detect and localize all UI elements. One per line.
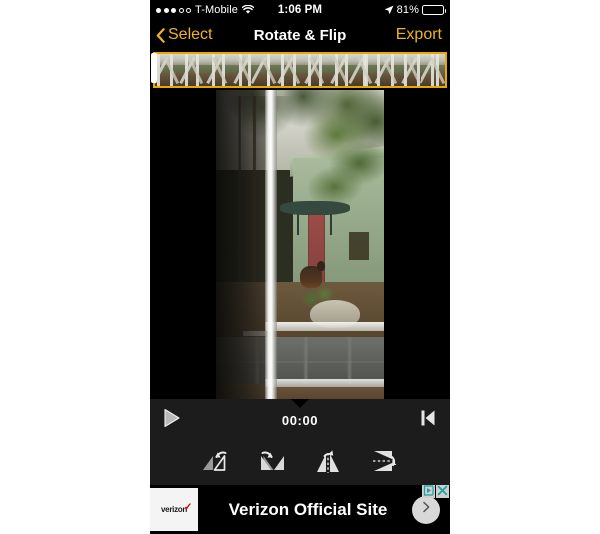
timeline-filmstrip-container: [150, 50, 450, 90]
scene-doorframe-shadow: [216, 90, 267, 399]
back-button[interactable]: Select: [156, 26, 212, 44]
rotate-right-icon: [257, 448, 287, 479]
filmstrip-frame: [300, 54, 325, 86]
flip-horizontal-icon: [313, 448, 343, 479]
filmstrip-frame: [372, 54, 397, 86]
scene-screen-rail: [264, 321, 384, 332]
carrier-label: T-Mobile: [195, 4, 238, 16]
chevron-right-icon: [420, 500, 432, 519]
flip-horizontal-button[interactable]: [311, 447, 345, 479]
advertiser-logo: verizon ✓: [150, 488, 198, 531]
ad-headline: Verizon Official Site: [228, 499, 388, 519]
play-button[interactable]: [158, 406, 186, 434]
location-arrow-icon: [384, 5, 394, 15]
flip-vertical-button[interactable]: [367, 447, 401, 479]
rotate-flip-tools: [150, 441, 450, 485]
ad-content[interactable]: verizon ✓ Verizon Official Site: [150, 488, 450, 531]
status-bar-right: 81%: [384, 4, 446, 16]
signal-strength-icon: [156, 7, 191, 13]
current-time-label: 00:00: [281, 413, 319, 428]
skip-to-start-button[interactable]: [414, 406, 442, 434]
battery-percent-label: 81%: [396, 4, 419, 16]
rotate-right-button[interactable]: [255, 447, 289, 479]
video-preview-area: [150, 90, 450, 399]
transport-controls: 00:00: [150, 399, 450, 441]
scene-patio-table: [279, 201, 351, 216]
flip-vertical-icon: [369, 448, 399, 479]
filmstrip-frame: [396, 54, 421, 86]
filmstrip-frame: [324, 54, 349, 86]
filmstrip-frame: [179, 54, 204, 86]
adchoices-button[interactable]: [422, 483, 435, 501]
close-icon: [437, 483, 448, 501]
filmstrip-frame: [348, 54, 373, 86]
page-gutter-left: [0, 0, 150, 534]
page-gutter-right: [450, 0, 600, 534]
skip-to-start-icon: [420, 409, 436, 432]
rotate-left-button[interactable]: [199, 447, 233, 479]
battery-icon: [422, 5, 446, 15]
scene-glare: [267, 90, 274, 399]
screenshot-root: T-Mobile 1:06 PM 81% Select Rotate & Fli…: [0, 0, 600, 534]
scene-table-leg: [296, 213, 299, 236]
ad-badges: [422, 483, 449, 501]
filmstrip-frame: [227, 54, 252, 86]
status-bar-left: T-Mobile: [156, 4, 255, 16]
filmstrip-frame: [155, 54, 180, 86]
filmstrip-frame: [251, 54, 276, 86]
verizon-logo-text: verizon ✓: [161, 502, 192, 514]
scene-dog-head: [316, 261, 326, 272]
status-bar: T-Mobile 1:06 PM 81%: [150, 0, 450, 20]
chevron-left-icon: [156, 27, 165, 43]
scene-table-leg: [330, 213, 333, 236]
filmstrip-frame: [275, 54, 301, 86]
filmstrip-frame: [420, 54, 445, 86]
scene-screen-rail-lower: [264, 379, 384, 387]
filmstrip-frame: [203, 54, 228, 86]
navigation-bar: Select Rotate & Flip Export: [150, 20, 450, 50]
ad-banner[interactable]: verizon ✓ Verizon Official Site: [150, 483, 450, 534]
ad-close-button[interactable]: [436, 485, 449, 498]
adchoices-icon: [423, 483, 434, 501]
play-icon: [163, 408, 181, 433]
back-button-label: Select: [168, 26, 213, 43]
timeline-filmstrip[interactable]: [153, 52, 447, 88]
phone-screen: T-Mobile 1:06 PM 81% Select Rotate & Fli…: [150, 0, 450, 534]
export-button[interactable]: Export: [396, 26, 442, 44]
video-preview-frame[interactable]: [216, 90, 384, 399]
rotate-left-icon: [201, 448, 231, 479]
trim-handle-left[interactable]: [151, 53, 157, 83]
verizon-checkmark-icon: ✓: [183, 502, 192, 513]
wifi-icon: [241, 4, 255, 15]
